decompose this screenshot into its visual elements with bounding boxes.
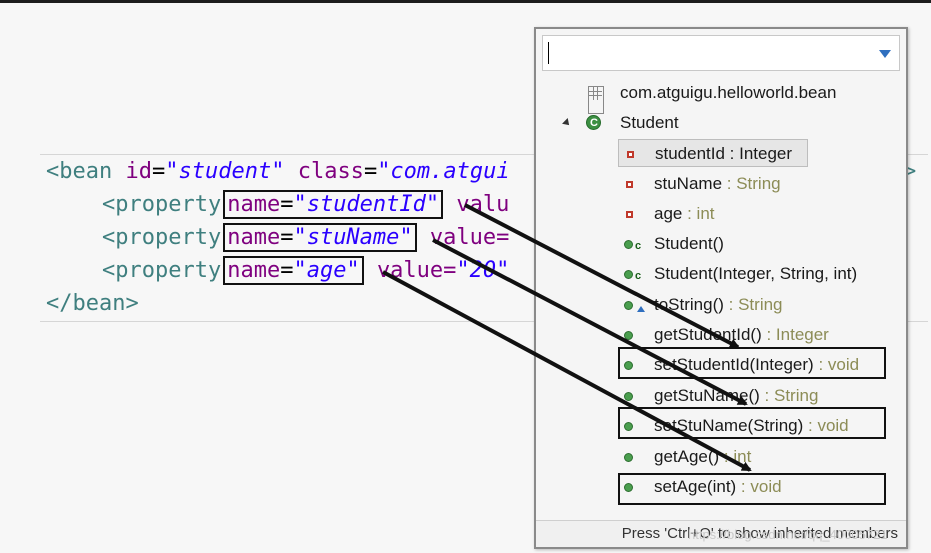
annotation-arrows [382,203,752,472]
watermark-text: https://blog.csdn.net/qq_40005721 [688,527,888,542]
arrow-stuName-to-setter [432,238,748,406]
arrow-age-to-setter [382,270,752,472]
